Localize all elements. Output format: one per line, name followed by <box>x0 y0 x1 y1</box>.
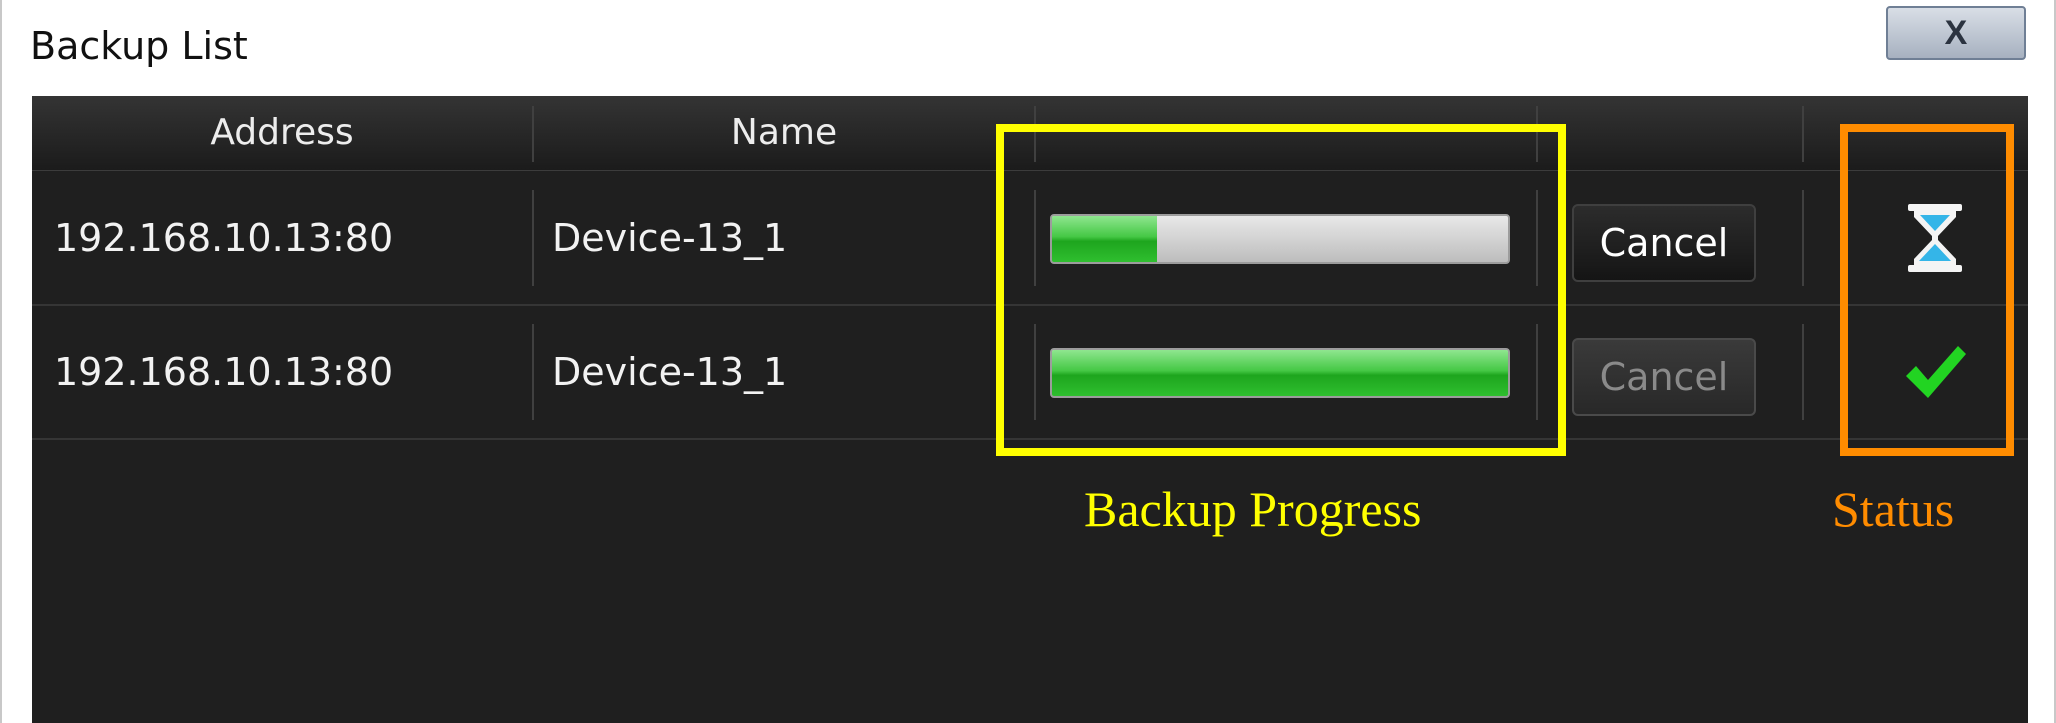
window-title: Backup List <box>30 24 248 68</box>
cell-divider <box>1802 190 1804 286</box>
header-divider <box>532 106 534 162</box>
progress-highlight-box <box>996 124 1566 456</box>
cancel-button[interactable]: Cancel <box>1572 204 1756 282</box>
backup-list-window: Backup List X Address Name 192.168.10.13… <box>0 0 2056 723</box>
cancel-button[interactable]: Cancel <box>1572 338 1756 416</box>
status-highlight-box <box>1840 124 2014 456</box>
cell-divider <box>532 324 534 420</box>
header-divider <box>1802 106 1804 162</box>
cell-divider <box>532 190 534 286</box>
address-cell: 192.168.10.13:80 <box>54 350 394 394</box>
cell-divider <box>1802 324 1804 420</box>
address-cell: 192.168.10.13:80 <box>54 216 394 260</box>
header-name[interactable]: Name <box>534 96 1034 170</box>
progress-annotation-label: Backup Progress <box>1084 481 1422 537</box>
header-address[interactable]: Address <box>32 96 532 170</box>
header-action[interactable] <box>1538 96 1802 170</box>
name-cell: Device-13_1 <box>552 216 788 260</box>
close-button[interactable]: X <box>1886 6 2026 60</box>
name-cell: Device-13_1 <box>552 350 788 394</box>
status-annotation-label: Status <box>1832 481 1955 537</box>
